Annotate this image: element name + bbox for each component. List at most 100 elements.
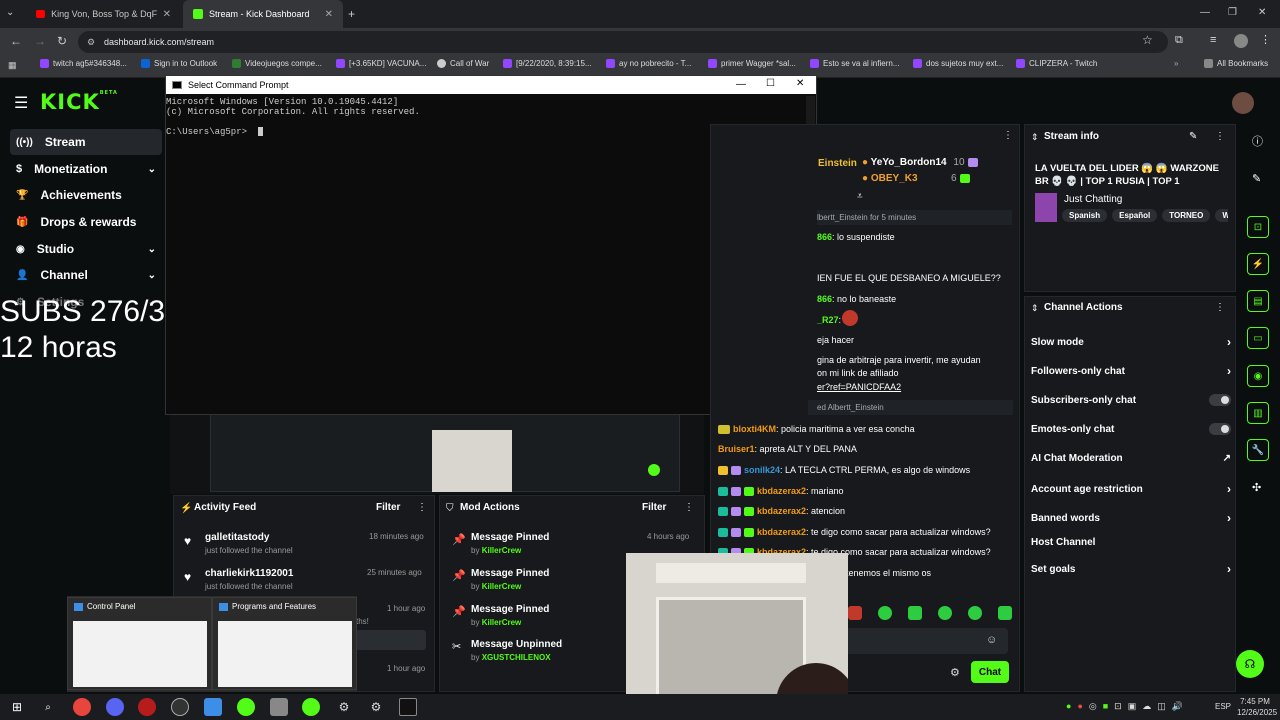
cmd-maximize-icon[interactable]: ☐ — [766, 78, 775, 89]
chat-send-button[interactable]: Chat — [971, 661, 1009, 683]
minimize-window-icon[interactable]: — — [1200, 7, 1210, 18]
rail-lightning-icon[interactable]: ⚡ — [1247, 253, 1269, 275]
tray-icon[interactable]: ■ — [1103, 701, 1108, 712]
close-tab-icon[interactable]: ✕ — [163, 9, 171, 20]
set-goals-row[interactable]: Set goals › — [1031, 562, 1231, 576]
stream-info-more-icon[interactable]: ⋮ — [1215, 131, 1225, 142]
emote-icon[interactable] — [908, 606, 922, 620]
chat-more-icon[interactable]: ⋮ — [1003, 130, 1013, 141]
top-chatter-row[interactable]: ● OBEY_K3 — [862, 173, 918, 184]
rail-wrench-icon[interactable]: 🔧 — [1247, 439, 1269, 461]
close-window-icon[interactable]: ✕ — [1258, 7, 1266, 18]
pencil-icon[interactable]: ✎ — [1252, 172, 1261, 185]
tray-icon[interactable]: ● — [1077, 701, 1082, 712]
tray-icon[interactable]: ◎ — [1089, 701, 1097, 712]
apps-grid-icon[interactable]: ▦ — [8, 60, 17, 71]
rail-layout-icon[interactable]: ▥ — [1247, 402, 1269, 424]
close-tab-icon[interactable]: ✕ — [325, 9, 333, 20]
rail-broadcast-icon[interactable]: ◉ — [1247, 365, 1269, 387]
apps-icon[interactable]: ✣ — [1252, 481, 1261, 494]
tray-icon[interactable]: ◫ — [1157, 701, 1166, 712]
bookmark-item[interactable]: Sign in to Outlook — [141, 59, 217, 68]
activity-user[interactable]: charliekirk1192001 — [205, 568, 293, 579]
cmd-minimize-icon[interactable]: — — [736, 79, 746, 90]
banned-words-row[interactable]: Banned words › — [1031, 511, 1231, 525]
top-chatter-name[interactable]: Einstein — [818, 158, 857, 169]
cmd-taskbar-icon[interactable] — [399, 698, 417, 716]
cmd-title-bar[interactable]: Select Command Prompt — [166, 76, 816, 94]
new-tab-icon[interactable]: + — [348, 7, 355, 21]
bookmark-item[interactable]: primer Wagger *sal... — [708, 59, 796, 68]
pinned-message-bar[interactable]: lbertt_Einstein for 5 minutes — [817, 210, 1012, 225]
emote-icon[interactable] — [938, 606, 952, 620]
settings-icon[interactable]: ⚙ — [335, 698, 353, 716]
mod-user[interactable]: KillerCrew — [482, 582, 522, 591]
cmd-output[interactable]: Microsoft Windows [Version 10.0.19045.44… — [166, 97, 420, 137]
account-age-row[interactable]: Account age restriction › — [1031, 482, 1231, 496]
activity-user[interactable]: galletitastody — [205, 532, 269, 543]
kick-app-icon[interactable] — [237, 698, 255, 716]
tray-icon[interactable]: ● — [1066, 701, 1071, 712]
bookmark-item[interactable]: [+3.65KD] VACUNA... — [336, 59, 426, 68]
activity-action-button[interactable] — [354, 630, 426, 650]
emotes-only-toggle[interactable] — [1209, 423, 1231, 435]
subscribers-only-toggle[interactable] — [1209, 394, 1231, 406]
slow-mode-row[interactable]: Slow mode › — [1031, 335, 1231, 349]
clock[interactable]: 7:45 PM 12/26/2025 — [1237, 696, 1277, 718]
mod-user[interactable]: KillerCrew — [482, 546, 522, 555]
extensions-icon[interactable]: ⧉ — [1175, 34, 1183, 47]
mod-more-icon[interactable]: ⋮ — [684, 502, 694, 513]
info-icon[interactable]: ⓘ — [1252, 133, 1263, 149]
mod-user[interactable]: XGUSTCHILENOX — [482, 653, 551, 662]
nav-achievements[interactable]: 🏆 Achievements — [10, 182, 162, 208]
control-panel-taskbar-icon[interactable] — [204, 698, 222, 716]
kick-logo[interactable]: KICKBETA — [40, 90, 118, 114]
chat-input[interactable] — [846, 628, 1008, 654]
nav-channel[interactable]: 👤 Channel ⌄ — [10, 262, 162, 288]
emote-icon[interactable] — [848, 606, 862, 620]
windows-start-icon[interactable]: ⊞ — [8, 698, 26, 716]
settings-icon[interactable]: ⚙ — [367, 698, 385, 716]
tray-icon[interactable]: ⊡ — [1114, 701, 1122, 712]
channel-actions-more-icon[interactable]: ⋮ — [1215, 302, 1225, 313]
back-icon[interactable]: ← — [10, 34, 22, 48]
tag-chip[interactable]: Español — [1112, 209, 1158, 222]
rail-document-icon[interactable]: ▤ — [1247, 290, 1269, 312]
tag-chip[interactable]: WA — [1215, 209, 1228, 222]
activity-more-icon[interactable]: ⋮ — [417, 502, 427, 513]
thumb-programs-features[interactable]: Programs and Features — [212, 597, 357, 690]
expand-chevron-icon[interactable]: ⩡ — [857, 191, 863, 202]
emoji-picker-icon[interactable]: ☺ — [986, 634, 997, 646]
volume-icon[interactable]: 🔊 — [1172, 701, 1183, 712]
stream-preview[interactable] — [170, 408, 704, 494]
nav-studio[interactable]: ◉ Studio ⌄ — [10, 236, 162, 262]
forward-icon[interactable]: → — [34, 34, 46, 48]
discord-icon[interactable] — [106, 698, 124, 716]
profile-avatar[interactable] — [1234, 34, 1248, 48]
mod-filter-button[interactable]: Filter — [642, 502, 666, 513]
ai-moderation-row[interactable]: AI Chat Moderation ↗ — [1031, 453, 1231, 464]
bookmark-item[interactable]: twitch ag5#346348... — [40, 59, 127, 68]
bookmark-item[interactable]: CLIPZERA - Twitch — [1016, 59, 1097, 68]
bookmark-item[interactable]: ay no pobrecito - T... — [606, 59, 691, 68]
bookmark-item[interactable]: Call of War — [437, 59, 489, 68]
mod-user[interactable]: KillerCrew — [482, 618, 522, 627]
followers-only-row[interactable]: Followers-only chat › — [1031, 364, 1231, 378]
host-channel-row[interactable]: Host Channel — [1031, 537, 1231, 548]
hamburger-menu-icon[interactable]: ☰ — [14, 93, 28, 113]
cmd-close-icon[interactable]: ✕ — [796, 78, 804, 89]
emote-icon[interactable] — [878, 606, 892, 620]
tag-chip[interactable]: TORNEO — [1162, 209, 1211, 222]
tab-kick-dashboard[interactable]: Stream - Kick Dashboard ✕ — [183, 0, 343, 28]
restore-window-icon[interactable]: ❐ — [1228, 7, 1237, 18]
tray-icon[interactable]: ☁ — [1142, 701, 1151, 712]
emote-icon[interactable] — [998, 606, 1012, 620]
support-headset-icon[interactable]: ☊ — [1236, 650, 1264, 678]
top-chatter-row[interactable]: ● YeYo_Bordon14 10 — [862, 157, 981, 168]
activity-filter-button[interactable]: Filter — [376, 502, 400, 513]
more-bookmarks-icon[interactable]: » — [1174, 59, 1178, 68]
emote-icon[interactable] — [968, 606, 982, 620]
browser-menu-icon[interactable]: ⋮ — [1260, 33, 1271, 46]
app-icon[interactable] — [171, 698, 189, 716]
bookmark-item[interactable]: dos sujetos muy ext... — [913, 59, 1003, 68]
